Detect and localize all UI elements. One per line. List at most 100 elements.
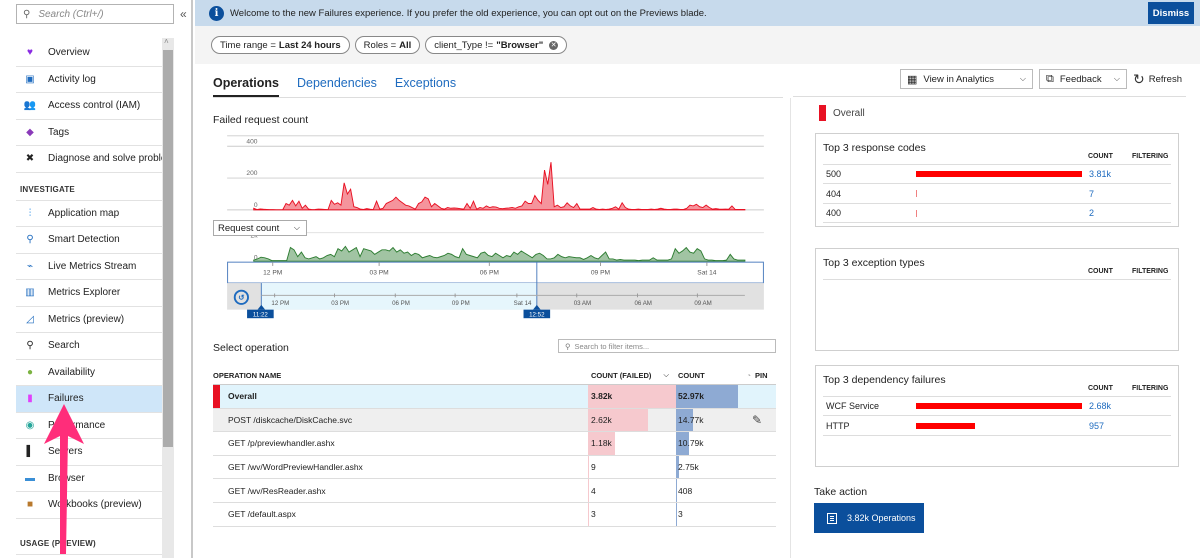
sidebar-item-diagnose-and-solve-problems[interactable]: ✖ Diagnose and solve problems xyxy=(16,146,162,173)
chevron-down-icon: ⌵ xyxy=(1019,74,1026,83)
count: 14.77k xyxy=(678,414,704,425)
scroll-up-icon[interactable]: ˄ xyxy=(164,37,169,46)
table-row[interactable]: Overall 3.82k 52.97k xyxy=(213,385,776,409)
metric-dropdown-label: Request count xyxy=(218,222,280,234)
legend-label: Overall xyxy=(833,107,865,119)
pin-cell[interactable]: ✎ xyxy=(738,409,776,432)
pin-cell[interactable] xyxy=(738,479,776,502)
card-row[interactable]: 500 3.81k xyxy=(823,165,1171,184)
operations-action-button[interactable]: 3.82k Operations xyxy=(814,503,924,533)
sidebar-item-application-map[interactable]: ⫶ Application map xyxy=(16,201,162,227)
filter-items-input[interactable]: ⚲ Search to filter items... xyxy=(558,339,776,353)
sidebar-item-failures[interactable]: ▮ Failures xyxy=(16,386,162,413)
view-in-analytics-dropdown[interactable]: ▦ View in Analytics ⌵ xyxy=(900,69,1033,89)
pin-cell[interactable] xyxy=(738,456,776,479)
card-row[interactable]: 404 7 xyxy=(823,185,1171,204)
table-row[interactable]: GET /default.aspx 3 3 xyxy=(213,502,776,527)
sidebar-item-search[interactable]: ⚲ Search xyxy=(16,333,162,360)
sidebar-item-metrics-preview[interactable]: ◿ Metrics (preview) xyxy=(16,307,162,333)
header-divider xyxy=(823,279,1171,280)
row-bar xyxy=(916,171,1082,177)
count-header: COUNT xyxy=(1088,385,1113,392)
col-count-failed[interactable]: COUNT (FAILED) ⌵ xyxy=(588,366,676,384)
row-label: HTTP xyxy=(826,420,850,431)
card-row[interactable]: HTTP 957 xyxy=(823,417,1171,436)
count-cell: 3 xyxy=(676,502,738,526)
filter-placeholder: Search to filter items... xyxy=(574,341,650,351)
take-action-label: Take action xyxy=(814,486,868,498)
timeline-tick-label: 03 PM xyxy=(331,300,349,307)
count: 408 xyxy=(678,485,693,496)
menu-search-input[interactable]: ⚲ Search (Ctrl+/) xyxy=(16,4,174,24)
count: 10.79k xyxy=(678,438,704,449)
sidebar-item-servers[interactable]: ▌ Servers xyxy=(16,439,162,466)
brush-start-label: 11:22 xyxy=(253,311,269,318)
count-bar xyxy=(676,502,677,526)
row-label: WCF Service xyxy=(826,401,880,411)
sidebar-item-live-metrics-stream[interactable]: ⌁ Live Metrics Stream xyxy=(16,254,162,280)
col-operation-name[interactable]: OPERATION NAME xyxy=(213,366,588,384)
reset-icon: ◔ xyxy=(746,370,751,380)
pin-cell[interactable] xyxy=(738,503,776,526)
scrollbar-thumb[interactable] xyxy=(163,50,173,447)
operation-name: GET /default.aspx xyxy=(228,509,296,520)
filter-bar: Time range = Last 24 hours Roles = All cli… xyxy=(195,26,1200,64)
banner-text: Welcome to the new Failures experience. … xyxy=(230,7,707,19)
workbooks-icon: ■ xyxy=(26,499,34,511)
sidebar-item-activity-log[interactable]: ▣ Activity log xyxy=(16,67,162,93)
action-button-label: 3.82k Operations xyxy=(847,513,916,523)
col-count[interactable]: COUNT xyxy=(676,366,738,384)
sidebar-item-workbooks-preview[interactable]: ■ Workbooks (preview) xyxy=(16,492,162,519)
row-count-link[interactable]: 7 xyxy=(1089,189,1094,199)
tab-exceptions[interactable]: Exceptions xyxy=(395,76,456,97)
refresh-button[interactable]: ↻ Refresh xyxy=(1133,71,1182,88)
tab-operations[interactable]: Operations xyxy=(213,76,279,97)
search-icon: ⚲ xyxy=(565,341,571,351)
table-row[interactable]: GET /wv/WordPreviewHandler.ashx 9 2.75k xyxy=(213,455,776,480)
pin-cell[interactable] xyxy=(738,432,776,455)
filter-label: Roles = xyxy=(363,39,397,51)
card-row[interactable]: 400 2 xyxy=(823,204,1171,223)
sidebar-item-tags[interactable]: ◆ Tags xyxy=(16,120,162,146)
filter-time-range[interactable]: Time range = Last 24 hours xyxy=(211,36,350,54)
pin-cell[interactable] xyxy=(738,385,776,408)
table-row[interactable]: GET /p/previewhandler.ashx 1.18k 10.79k xyxy=(213,432,776,456)
metric-dropdown[interactable]: Request count ⌵ xyxy=(213,220,307,236)
failed-count: 4 xyxy=(591,485,596,496)
sidebar-item-label: Activity log xyxy=(48,73,96,85)
filter-roles[interactable]: Roles = All xyxy=(354,36,421,54)
chevron-down-icon: ⌵ xyxy=(293,223,300,232)
sidebar-item-overview[interactable]: ♥ Overview xyxy=(16,40,162,67)
filter-client-type[interactable]: client_Type != "Browser" ✕ xyxy=(425,36,568,54)
section-usage: USAGE (PREVIEW) xyxy=(16,519,162,555)
operation-name: Overall xyxy=(228,391,257,402)
collapse-menu-button[interactable]: « xyxy=(180,7,187,21)
card-row[interactable]: WCF Service 2.68k xyxy=(823,397,1171,416)
performance-icon: ◉ xyxy=(25,419,35,431)
sidebar-item-access-control-iam[interactable]: 👥 Access control (IAM) xyxy=(16,93,162,120)
sidebar-item-label: Browser xyxy=(48,472,85,484)
table-row[interactable]: POST /diskcache/DiskCache.svc 2.62k 14.77k… xyxy=(213,408,776,433)
request-count-area xyxy=(253,245,746,262)
sidebar-item-browser[interactable]: ▬ Browser xyxy=(16,466,162,492)
remove-filter-icon[interactable]: ✕ xyxy=(549,40,559,50)
sort-chevron-icon[interactable]: ⌵ xyxy=(663,370,669,380)
sidebar-item-performance[interactable]: ◉ Performance xyxy=(16,413,162,439)
table-row[interactable]: GET /wv/ResReader.ashx 4 408 xyxy=(213,479,776,503)
feedback-dropdown[interactable]: ⧉ Feedback ⌵ xyxy=(1039,69,1127,89)
row-count-link[interactable]: 2.68k xyxy=(1089,401,1111,411)
sidebar-item-smart-detection[interactable]: ⚲ Smart Detection xyxy=(16,227,162,254)
sidebar-item-metrics-explorer[interactable]: ▥ Metrics Explorer xyxy=(16,280,162,307)
pin-icon[interactable]: ✎ xyxy=(752,413,762,427)
row-count-link[interactable]: 2 xyxy=(1089,208,1094,218)
col-pin[interactable]: ◔ PIN xyxy=(738,366,776,384)
dismiss-button[interactable]: Dismiss xyxy=(1148,2,1194,24)
row-count-link[interactable]: 957 xyxy=(1089,421,1104,431)
row-count-link[interactable]: 3.81k xyxy=(1089,169,1111,179)
operation-name: GET /p/previewhandler.ashx xyxy=(228,438,335,449)
menu-scrollbar[interactable]: ˄ xyxy=(162,37,174,558)
sidebar-item-availability[interactable]: ● Availability xyxy=(16,360,162,386)
failed-count-cell: 4 xyxy=(588,479,676,502)
tab-dependencies[interactable]: Dependencies xyxy=(297,76,377,97)
y-tick-label: 400 xyxy=(246,138,257,145)
